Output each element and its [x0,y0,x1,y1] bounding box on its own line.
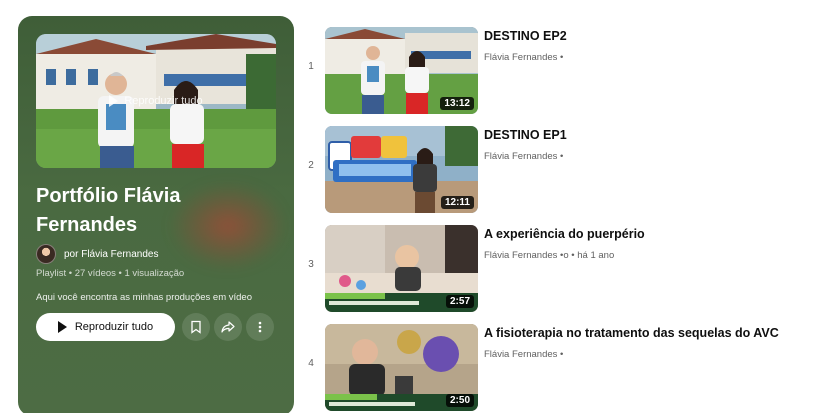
share-icon [221,321,235,333]
owner-name[interactable]: por Flávia Fernandes [64,249,159,260]
video-index: 3 [308,259,314,270]
video-duration: 2:50 [445,394,474,407]
video-thumbnail[interactable]: 2:57 [325,225,478,312]
video-thumbnail[interactable]: 13:12 [325,27,478,114]
bookmark-icon [191,320,201,334]
video-title[interactable]: A experiência do puerpério [484,227,645,241]
video-duration: 2:57 [445,295,474,308]
playlist-cover-thumbnail[interactable]: Reproduzir tudo [36,34,276,168]
more-actions-button[interactable] [246,313,274,341]
video-title[interactable]: DESTINO EP2 [484,29,567,43]
video-list-item[interactable]: 1 13:12 DESTINO EP2 Flávia Fernandes • [300,27,820,117]
playlist-header-panel: Reproduzir tudo Portfólio Flávia Fernand… [18,16,294,413]
video-channel[interactable]: Flávia Fernandes [484,349,557,360]
video-meta: Flávia Fernandes • [484,349,563,360]
save-playlist-button[interactable] [182,313,210,341]
video-extra: • [560,52,564,63]
video-index: 1 [308,61,314,72]
video-extra: • [560,151,564,162]
video-title[interactable]: DESTINO EP1 [484,128,567,142]
video-list-item[interactable]: 4 2:50 A fisioterapia no tratamento das … [300,324,820,413]
playlist-owner[interactable]: por Flávia Fernandes [36,244,159,264]
video-channel[interactable]: Flávia Fernandes [484,151,557,162]
video-index: 2 [308,160,314,171]
video-meta: Flávia Fernandes • [484,151,563,162]
video-title[interactable]: A fisioterapia no tratamento das sequela… [484,326,779,340]
playlist-description: Aqui você encontra as minhas produções e… [36,292,252,303]
avatar[interactable] [36,244,56,264]
video-channel[interactable]: Flávia Fernandes [484,250,557,261]
video-extra: • [560,349,564,360]
video-duration: 12:11 [440,196,474,209]
more-vert-icon [258,321,262,333]
cover-play-overlay: Reproduzir tudo [36,34,276,168]
video-index: 4 [308,358,314,369]
play-all-label: Reproduzir tudo [74,321,154,333]
share-button[interactable] [214,313,242,341]
cover-overlay-label: Reproduzir tudo [124,95,203,107]
play-all-button[interactable]: Reproduzir tudo [36,313,175,341]
playlist-title: Portfólio Flávia Fernandes [36,185,181,236]
playlist-meta: Playlist • 27 vídeos • 1 visualização [36,268,185,279]
video-duration: 13:12 [440,97,474,110]
video-list-item[interactable]: 2 12:11 DESTINO EP1 Flávia Fernandes • [300,126,820,216]
video-extra: •o • há 1 ano [560,250,615,261]
video-meta: Flávia Fernandes •o • há 1 ano [484,250,614,261]
play-icon [109,95,119,107]
video-channel[interactable]: Flávia Fernandes [484,52,557,63]
video-thumbnail[interactable]: 12:11 [325,126,478,213]
video-thumbnail[interactable]: 2:50 [325,324,478,411]
video-list-item[interactable]: 3 2:57 A experiência do puerpério Flávia… [300,225,820,315]
play-icon [57,321,67,333]
video-meta: Flávia Fernandes • [484,52,563,63]
